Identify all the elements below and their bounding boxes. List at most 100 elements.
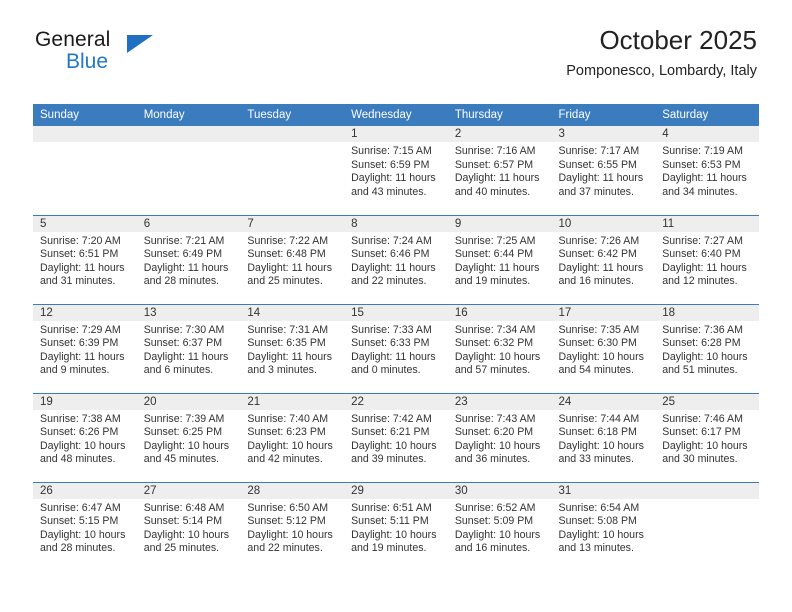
calendar-day-cell-empty [240, 126, 345, 215]
calendar-day-cell[interactable]: 13 Sunrise: 7:30 AM Sunset: 6:37 PM Dayligh… [136, 303, 241, 393]
daylight-text: Daylight: 11 hours and 25 minutes. [247, 261, 333, 288]
calendar-day-cell[interactable]: 3 Sunrise: 7:17 AM Sunset: 6:55 PM Daylight… [551, 126, 656, 215]
day-details: Sunrise: 7:42 AM Sunset: 6:21 PM Daylight:… [344, 410, 448, 467]
daylight-text: Daylight: 11 hours and 12 minutes. [662, 261, 747, 288]
calendar-day-cell[interactable]: 31 Sunrise: 6:54 AM Sunset: 5:08 PM Dayligh… [551, 481, 656, 571]
day-details: Sunrise: 7:30 AM Sunset: 6:37 PM Daylight:… [137, 321, 241, 378]
day-number [655, 482, 759, 499]
logo-text-general: General [35, 28, 111, 51]
day-details: Sunrise: 7:24 AM Sunset: 6:46 PM Daylight:… [344, 232, 448, 289]
calendar-day-cell[interactable]: 7 Sunrise: 7:22 AM Sunset: 6:48 PM Daylight… [240, 214, 345, 304]
day-number: 3 [551, 126, 656, 142]
calendar-day-cell[interactable]: 23 Sunrise: 7:43 AM Sunset: 6:20 PM Dayligh… [447, 392, 552, 482]
sunrise-text: Sunrise: 7:44 AM [558, 412, 640, 425]
calendar-day-cell-empty [33, 126, 137, 215]
calendar-day-cell[interactable]: 12 Sunrise: 7:29 AM Sunset: 6:39 PM Dayligh… [33, 303, 137, 393]
sunset-text: Sunset: 6:44 PM [454, 248, 534, 261]
calendar-day-cell[interactable]: 4 Sunrise: 7:19 AM Sunset: 6:53 PM Daylight… [655, 126, 759, 215]
calendar-day-cell[interactable]: 19 Sunrise: 7:38 AM Sunset: 6:26 PM Dayligh… [33, 392, 137, 482]
calendar-week-row: 5 Sunrise: 7:20 AM Sunset: 6:51 PM Daylight… [33, 214, 759, 304]
calendar-header-row: Sunday Monday Tuesday Wednesday Thursday… [33, 104, 759, 126]
calendar-day-cell[interactable]: 25 Sunrise: 7:46 AM Sunset: 6:17 PM Dayligh… [655, 392, 759, 482]
daylight-text: Daylight: 10 hours and 51 minutes. [662, 350, 748, 377]
sunset-text: Sunset: 6:40 PM [662, 248, 741, 261]
day-number: 13 [136, 304, 241, 321]
calendar-day-cell[interactable]: 17 Sunrise: 7:35 AM Sunset: 6:30 PM Dayligh… [551, 303, 656, 393]
weekday-header-tuesday: Tuesday [240, 104, 345, 126]
sunset-text: Sunset: 6:18 PM [558, 426, 637, 439]
day-details: Sunrise: 7:25 AM Sunset: 6:44 PM Daylight:… [448, 232, 552, 289]
calendar-grid: Sunday Monday Tuesday Wednesday Thursday… [33, 104, 759, 571]
day-number: 25 [655, 393, 759, 410]
sunset-text: Sunset: 5:09 PM [454, 515, 534, 528]
calendar-day-cell[interactable]: 1 Sunrise: 7:15 AM Sunset: 6:59 PM Daylight… [344, 126, 448, 215]
day-details: Sunrise: 7:36 AM Sunset: 6:28 PM Daylight:… [655, 321, 759, 378]
day-details: Sunrise: 6:50 AM Sunset: 5:12 PM Daylight:… [240, 499, 344, 556]
calendar-day-cell[interactable]: 10 Sunrise: 7:26 AM Sunset: 6:42 PM Dayligh… [551, 214, 656, 304]
logo[interactable]: General Blue [35, 28, 215, 84]
day-details: Sunrise: 7:19 AM Sunset: 6:53 PM Daylight:… [655, 142, 759, 199]
day-number: 24 [551, 393, 656, 410]
calendar-day-cell[interactable]: 27 Sunrise: 6:48 AM Sunset: 5:14 PM Dayligh… [136, 481, 241, 571]
calendar-day-cell[interactable]: 5 Sunrise: 7:20 AM Sunset: 6:51 PM Daylight… [33, 214, 137, 304]
calendar-day-cell[interactable]: 2 Sunrise: 7:16 AM Sunset: 6:57 PM Daylight… [447, 126, 552, 215]
calendar-day-cell[interactable]: 15 Sunrise: 7:33 AM Sunset: 6:33 PM Dayligh… [344, 303, 448, 393]
page-subtitle: Pomponesco, Lombardy, Italy [566, 62, 757, 79]
day-details: Sunrise: 7:39 AM Sunset: 6:25 PM Daylight:… [137, 410, 241, 467]
day-details: Sunrise: 7:27 AM Sunset: 6:40 PM Daylight:… [655, 232, 759, 289]
calendar-day-cell[interactable]: 16 Sunrise: 7:34 AM Sunset: 6:32 PM Dayligh… [447, 303, 552, 393]
day-details: Sunrise: 7:38 AM Sunset: 6:26 PM Daylight:… [33, 410, 137, 467]
calendar-day-cell[interactable]: 11 Sunrise: 7:27 AM Sunset: 6:40 PM Dayligh… [655, 214, 759, 304]
sunrise-text: Sunrise: 7:25 AM [454, 234, 536, 247]
sunset-text: Sunset: 5:11 PM [351, 515, 429, 528]
sunrise-text: Sunrise: 7:22 AM [247, 234, 329, 247]
weekday-header-sunday: Sunday [33, 104, 137, 126]
calendar-day-cell[interactable]: 8 Sunrise: 7:24 AM Sunset: 6:46 PM Daylight… [344, 214, 448, 304]
calendar-day-cell[interactable]: 26 Sunrise: 6:47 AM Sunset: 5:15 PM Dayligh… [33, 481, 137, 571]
calendar-day-cell[interactable]: 9 Sunrise: 7:25 AM Sunset: 6:44 PM Daylight… [447, 214, 552, 304]
sunrise-text: Sunrise: 7:46 AM [662, 412, 743, 425]
daylight-text: Daylight: 11 hours and 22 minutes. [351, 261, 436, 288]
sunrise-text: Sunrise: 7:27 AM [662, 234, 743, 247]
sunrise-text: Sunrise: 6:52 AM [454, 501, 536, 514]
calendar-day-cell[interactable]: 22 Sunrise: 7:42 AM Sunset: 6:21 PM Dayligh… [344, 392, 448, 482]
day-details: Sunrise: 7:43 AM Sunset: 6:20 PM Daylight:… [448, 410, 552, 467]
logo-text-blue: Blue [66, 50, 109, 73]
sunrise-text: Sunrise: 7:24 AM [351, 234, 432, 247]
daylight-text: Daylight: 10 hours and 30 minutes. [662, 439, 748, 466]
weekday-header-wednesday: Wednesday [344, 104, 448, 126]
calendar-day-cell[interactable]: 28 Sunrise: 6:50 AM Sunset: 5:12 PM Dayligh… [240, 481, 345, 571]
sunset-text: Sunset: 6:33 PM [351, 337, 430, 350]
sunset-text: Sunset: 5:15 PM [40, 515, 119, 528]
sunset-text: Sunset: 6:26 PM [40, 426, 119, 439]
daylight-text: Daylight: 11 hours and 31 minutes. [40, 261, 125, 288]
day-details: Sunrise: 6:51 AM Sunset: 5:11 PM Daylight:… [344, 499, 448, 556]
day-details: Sunrise: 7:31 AM Sunset: 6:35 PM Daylight:… [240, 321, 344, 378]
sunrise-text: Sunrise: 7:39 AM [143, 412, 225, 425]
calendar-day-cell[interactable]: 24 Sunrise: 7:44 AM Sunset: 6:18 PM Dayligh… [551, 392, 656, 482]
day-number: 6 [136, 215, 241, 232]
weekday-header-thursday: Thursday [447, 104, 552, 126]
calendar-day-cell[interactable]: 18 Sunrise: 7:36 AM Sunset: 6:28 PM Dayligh… [655, 303, 759, 393]
calendar-week-row: 19 Sunrise: 7:38 AM Sunset: 6:26 PM Dayligh… [33, 392, 759, 482]
daylight-text: Daylight: 11 hours and 40 minutes. [454, 172, 540, 198]
daylight-text: Daylight: 11 hours and 37 minutes. [558, 172, 644, 198]
daylight-text: Daylight: 11 hours and 43 minutes. [351, 172, 436, 198]
day-details: Sunrise: 7:35 AM Sunset: 6:30 PM Daylight:… [552, 321, 656, 378]
weekday-header-saturday: Saturday [655, 104, 759, 126]
daylight-text: Daylight: 10 hours and 54 minutes. [558, 350, 644, 377]
calendar-day-cell[interactable]: 21 Sunrise: 7:40 AM Sunset: 6:23 PM Dayligh… [240, 392, 345, 482]
sunset-text: Sunset: 6:20 PM [454, 426, 534, 439]
calendar-day-cell[interactable]: 30 Sunrise: 6:52 AM Sunset: 5:09 PM Dayligh… [447, 481, 552, 571]
calendar-day-cell[interactable]: 20 Sunrise: 7:39 AM Sunset: 6:25 PM Dayligh… [136, 392, 241, 482]
day-number: 16 [447, 304, 552, 321]
daylight-text: Daylight: 11 hours and 9 minutes. [40, 350, 125, 377]
day-details: Sunrise: 7:29 AM Sunset: 6:39 PM Daylight:… [33, 321, 137, 378]
calendar-day-cell[interactable]: 29 Sunrise: 6:51 AM Sunset: 5:11 PM Dayligh… [344, 481, 448, 571]
sunrise-text: Sunrise: 7:40 AM [247, 412, 329, 425]
calendar-day-cell[interactable]: 14 Sunrise: 7:31 AM Sunset: 6:35 PM Dayligh… [240, 303, 345, 393]
day-number: 18 [655, 304, 759, 321]
calendar-day-cell[interactable]: 6 Sunrise: 7:21 AM Sunset: 6:49 PM Daylight… [136, 214, 241, 304]
day-number: 10 [551, 215, 656, 232]
sunrise-text: Sunrise: 6:47 AM [40, 501, 121, 514]
